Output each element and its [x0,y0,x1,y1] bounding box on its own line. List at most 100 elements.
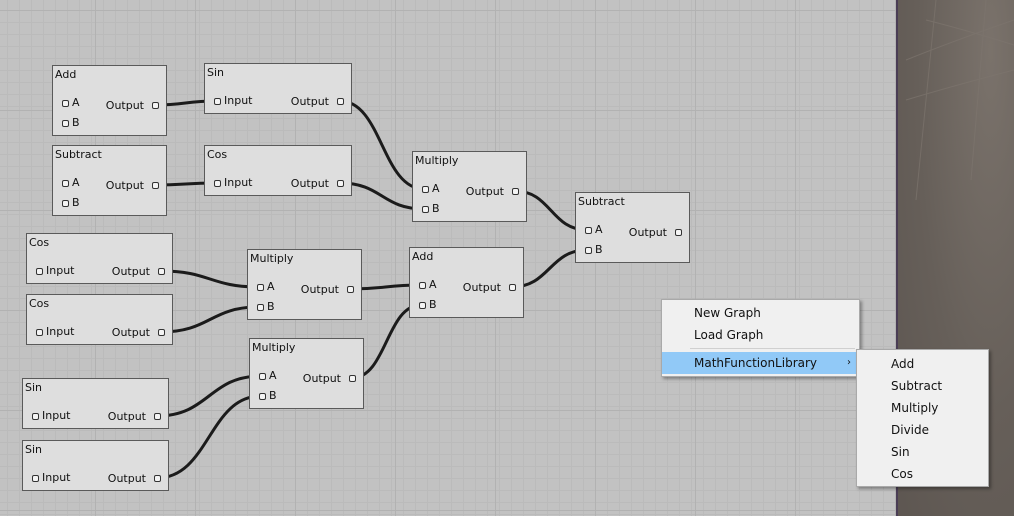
submenu-item-label: Cos [891,467,913,481]
node-subtract[interactable]: Subtract A B Output [52,145,167,216]
submenu-item-add[interactable]: Add [857,353,988,375]
output-socket[interactable] [158,329,165,336]
node-multiply[interactable]: Multiply A B Output [412,151,527,222]
node-add[interactable]: Add A B Output [409,247,524,318]
input-port-label: A [595,223,603,236]
input-port-label: Input [224,176,253,189]
output-port-label: Output [302,372,341,385]
node-sin[interactable]: Sin Input Output [22,440,169,491]
output-port-label: Output [111,326,150,339]
node-title: Cos [29,297,50,310]
submenu-item-label: Subtract [891,379,943,393]
input-socket-a[interactable] [62,100,69,107]
output-socket[interactable] [347,286,354,293]
input-port-label: A [269,369,277,382]
menu-item-label: Load Graph [694,328,764,342]
output-socket[interactable] [152,182,159,189]
node-cos[interactable]: Cos Input Output [26,294,173,345]
output-port-label: Output [107,410,146,423]
submenu-item-multiply[interactable]: Multiply [857,397,988,419]
input-socket-input[interactable] [214,98,221,105]
input-socket-a[interactable] [419,282,426,289]
input-socket-input[interactable] [32,475,39,482]
menu-separator [690,348,855,349]
node-add[interactable]: Add A B Output [52,65,167,136]
input-socket-a[interactable] [585,227,592,234]
output-socket[interactable] [154,475,161,482]
output-socket[interactable] [337,98,344,105]
input-port-label: B [267,300,275,313]
input-socket-a[interactable] [257,284,264,291]
output-socket[interactable] [154,413,161,420]
node-multiply[interactable]: Multiply A B Output [249,338,364,409]
output-socket[interactable] [337,180,344,187]
menu-item-label: MathFunctionLibrary [694,356,818,370]
output-port-label: Output [300,283,339,296]
input-socket-b[interactable] [259,393,266,400]
input-socket-input[interactable] [32,413,39,420]
input-port-label: A [72,96,80,109]
node-title: Multiply [250,252,294,265]
context-menu: New Graph Load Graph MathFunctionLibrary… [661,299,860,377]
node-subtract[interactable]: Subtract A B Output [575,192,690,263]
node-title: Add [55,68,77,81]
input-port-label: Input [46,264,75,277]
output-port-label: Output [462,281,501,294]
node-sin[interactable]: Sin Input Output [22,378,169,429]
submenu-item-subtract[interactable]: Subtract [857,375,988,397]
output-port-label: Output [465,185,504,198]
submenu-item-cos[interactable]: Cos [857,463,988,485]
input-port-label: B [432,202,440,215]
node-title: Subtract [55,148,102,161]
input-port-label: B [72,196,80,209]
menu-item-new-graph[interactable]: New Graph [662,302,859,324]
input-socket-b[interactable] [585,247,592,254]
node-title: Multiply [415,154,459,167]
node-cos[interactable]: Cos Input Output [204,145,352,196]
input-port-label: Input [42,409,71,422]
input-port-label: B [72,116,80,129]
output-socket[interactable] [512,188,519,195]
output-port-label: Output [290,95,329,108]
node-sin[interactable]: Sin Input Output [204,63,352,114]
input-port-label: B [429,298,437,311]
menu-item-label: New Graph [694,306,761,320]
menu-item-load-graph[interactable]: Load Graph [662,324,859,346]
input-socket-input[interactable] [36,329,43,336]
input-socket-b[interactable] [257,304,264,311]
submenu-item-label: Divide [891,423,930,437]
input-socket-a[interactable] [62,180,69,187]
submenu-item-sin[interactable]: Sin [857,441,988,463]
node-title: Sin [25,381,43,394]
input-socket-a[interactable] [422,186,429,193]
node-title: Add [412,250,434,263]
menu-item-math-function-library[interactable]: MathFunctionLibrary › [662,352,859,374]
node-cos[interactable]: Cos Input Output [26,233,173,284]
node-title: Cos [29,236,50,249]
node-title: Sin [207,66,225,79]
output-port-label: Output [105,99,144,112]
output-socket[interactable] [158,268,165,275]
output-socket[interactable] [152,102,159,109]
input-socket-b[interactable] [62,120,69,127]
input-socket-b[interactable] [62,200,69,207]
output-socket[interactable] [675,229,682,236]
submenu-item-label: Sin [891,445,910,459]
input-port-label: A [432,182,440,195]
input-socket-input[interactable] [214,180,221,187]
input-socket-input[interactable] [36,268,43,275]
output-port-label: Output [628,226,667,239]
input-socket-a[interactable] [259,373,266,380]
output-socket[interactable] [509,284,516,291]
output-socket[interactable] [349,375,356,382]
input-socket-b[interactable] [422,206,429,213]
input-socket-b[interactable] [419,302,426,309]
output-port-label: Output [107,472,146,485]
input-port-label: B [595,243,603,256]
output-port-label: Output [111,265,150,278]
output-port-label: Output [290,177,329,190]
node-multiply[interactable]: Multiply A B Output [247,249,362,320]
input-port-label: A [429,278,437,291]
submenu-item-divide[interactable]: Divide [857,419,988,441]
node-title: Cos [207,148,228,161]
